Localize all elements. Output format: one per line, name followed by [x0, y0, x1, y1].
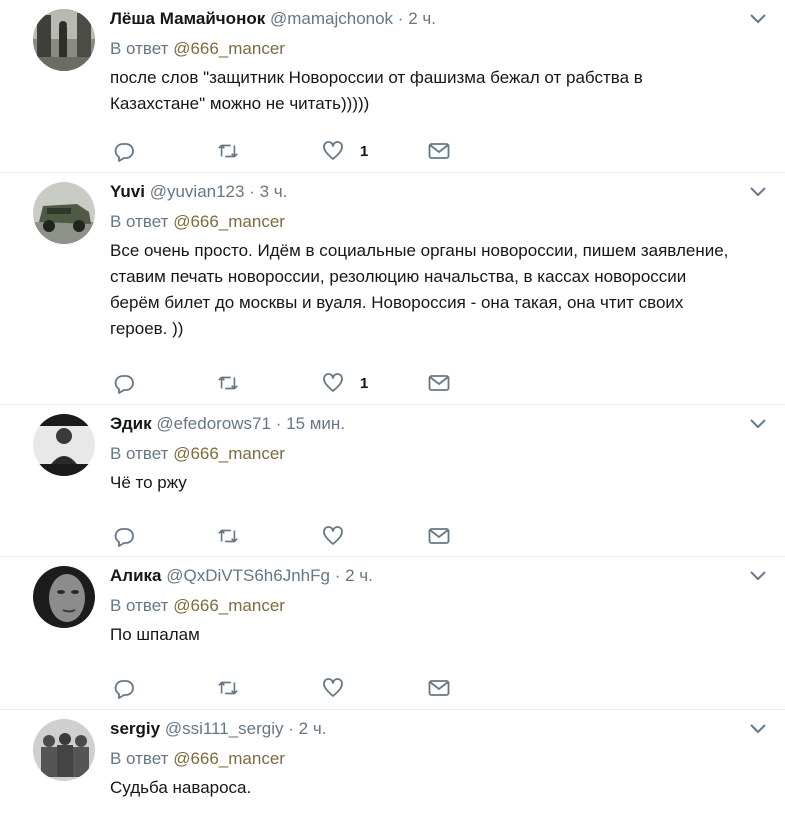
avatar[interactable] [33, 566, 95, 628]
heart-icon [323, 678, 343, 697]
reply-button[interactable] [113, 524, 135, 548]
chevron-down-icon[interactable] [749, 417, 767, 431]
reply-prefix: В ответ [110, 749, 169, 768]
envelope-icon [428, 528, 450, 544]
author-name[interactable]: sergiy [110, 719, 160, 738]
author-handle[interactable]: @QxDiVTS6h6JnhFg [166, 566, 330, 585]
reply-to-link[interactable]: @666_mancer [173, 212, 285, 231]
tweet[interactable]: Эдик @efedorows71 · 15 мин. В ответ @666… [0, 405, 785, 557]
reply-button[interactable] [113, 139, 135, 163]
retweet-button[interactable] [217, 371, 239, 395]
chevron-down-icon[interactable] [749, 12, 767, 26]
avatar[interactable] [33, 9, 95, 71]
reply-to-link[interactable]: @666_mancer [173, 749, 285, 768]
chevron-down-icon[interactable] [749, 569, 767, 583]
avatar-person-bw-icon [33, 414, 95, 476]
reply-button[interactable] [113, 676, 135, 700]
avatar[interactable] [33, 719, 95, 781]
reply-prefix: В ответ [110, 212, 169, 231]
reply-context: В ответ @666_mancer [110, 595, 765, 617]
like-button[interactable]: 1 [322, 371, 368, 395]
tweet-actions: 1 [110, 139, 765, 163]
tweet-actions [110, 524, 765, 548]
tweet[interactable]: Лёша Мамайчонок @mamajchonok · 2 ч. В от… [0, 0, 785, 173]
author-handle[interactable]: @efedorows71 [156, 414, 271, 433]
reply-context: В ответ @666_mancer [110, 443, 765, 465]
tweet-actions [110, 676, 765, 700]
tweet-text: По шпалам [110, 625, 200, 644]
like-button[interactable] [322, 524, 360, 548]
tweet-actions: 1 [110, 371, 765, 395]
avatar-armored-vehicle-icon [33, 182, 95, 244]
reply-context: В ответ @666_mancer [110, 38, 765, 60]
like-button[interactable]: 1 [322, 139, 368, 163]
tweet-text: Судьба навароса. [110, 778, 252, 797]
reply-prefix: В ответ [110, 596, 169, 615]
message-button[interactable] [428, 524, 450, 548]
separator: · [397, 9, 404, 28]
author-handle[interactable]: @mamajchonok [270, 9, 393, 28]
avatar-face-bw-icon [33, 566, 95, 628]
retweet-icon [218, 529, 238, 543]
reply-button[interactable] [113, 371, 135, 395]
author-name[interactable]: Алика [110, 566, 162, 585]
envelope-icon [428, 143, 450, 159]
reply-to-link[interactable]: @666_mancer [173, 444, 285, 463]
retweet-button[interactable] [217, 676, 239, 700]
author-handle[interactable]: @yuvian123 [150, 182, 245, 201]
retweet-button[interactable] [217, 139, 239, 163]
author-name[interactable]: Эдик [110, 414, 152, 433]
message-button[interactable] [428, 371, 450, 395]
separator: · [249, 182, 255, 201]
separator: · [288, 719, 294, 738]
reply-context: В ответ @666_mancer [110, 211, 765, 233]
separator: · [275, 414, 282, 433]
reply-icon [114, 680, 134, 699]
heart-icon [323, 373, 343, 392]
heart-icon [323, 141, 343, 160]
reply-context: В ответ @666_mancer [110, 748, 765, 770]
reply-icon [114, 375, 134, 394]
reply-icon [114, 528, 134, 547]
retweet-icon [218, 376, 238, 390]
retweet-icon [218, 681, 238, 695]
reply-prefix: В ответ [110, 444, 169, 463]
author-name[interactable]: Лёша Мамайчонок [110, 9, 265, 28]
avatar-street-photo-icon [33, 9, 95, 71]
tweet-text: Чё то ржу [110, 473, 187, 492]
chevron-down-icon[interactable] [749, 722, 767, 736]
tweet[interactable]: sergiy @ssi111_sergiy · 2 ч. В ответ @66… [0, 710, 785, 823]
reply-to-link[interactable]: @666_mancer [173, 596, 285, 615]
tweet[interactable]: Yuvi @yuvian123 · 3 ч. В ответ @666_manc… [0, 173, 785, 405]
separator: · [334, 566, 341, 585]
envelope-icon [428, 680, 450, 696]
tweet-text: после слов "защитник Новороссии от фашиз… [110, 68, 643, 113]
message-button[interactable] [428, 676, 450, 700]
like-button[interactable] [322, 676, 360, 700]
reply-icon [114, 143, 134, 162]
avatar-group-photo-icon [33, 719, 95, 781]
timestamp[interactable]: 2 ч. [345, 566, 373, 585]
heart-icon [323, 526, 343, 545]
tweet[interactable]: Алика @QxDiVTS6h6JnhFg · 2 ч. В ответ @6… [0, 557, 785, 710]
avatar[interactable] [33, 414, 95, 476]
timestamp[interactable]: 2 ч. [299, 719, 327, 738]
reply-prefix: В ответ [110, 39, 169, 58]
avatar[interactable] [33, 182, 95, 244]
retweet-button[interactable] [217, 524, 239, 548]
message-button[interactable] [428, 139, 450, 163]
timestamp[interactable]: 3 ч. [260, 182, 288, 201]
timestamp[interactable]: 2 ч. [408, 9, 436, 28]
like-count: 1 [360, 142, 369, 160]
tweet-text: Все очень просто. Идём в социальные орга… [110, 241, 729, 338]
reply-to-link[interactable]: @666_mancer [173, 39, 285, 58]
like-count: 1 [360, 374, 369, 392]
author-name[interactable]: Yuvi [110, 182, 145, 201]
chevron-down-icon[interactable] [749, 185, 767, 199]
envelope-icon [428, 375, 450, 391]
retweet-icon [218, 144, 238, 158]
timestamp[interactable]: 15 мин. [286, 414, 345, 433]
author-handle[interactable]: @ssi111_sergiy [165, 719, 284, 738]
